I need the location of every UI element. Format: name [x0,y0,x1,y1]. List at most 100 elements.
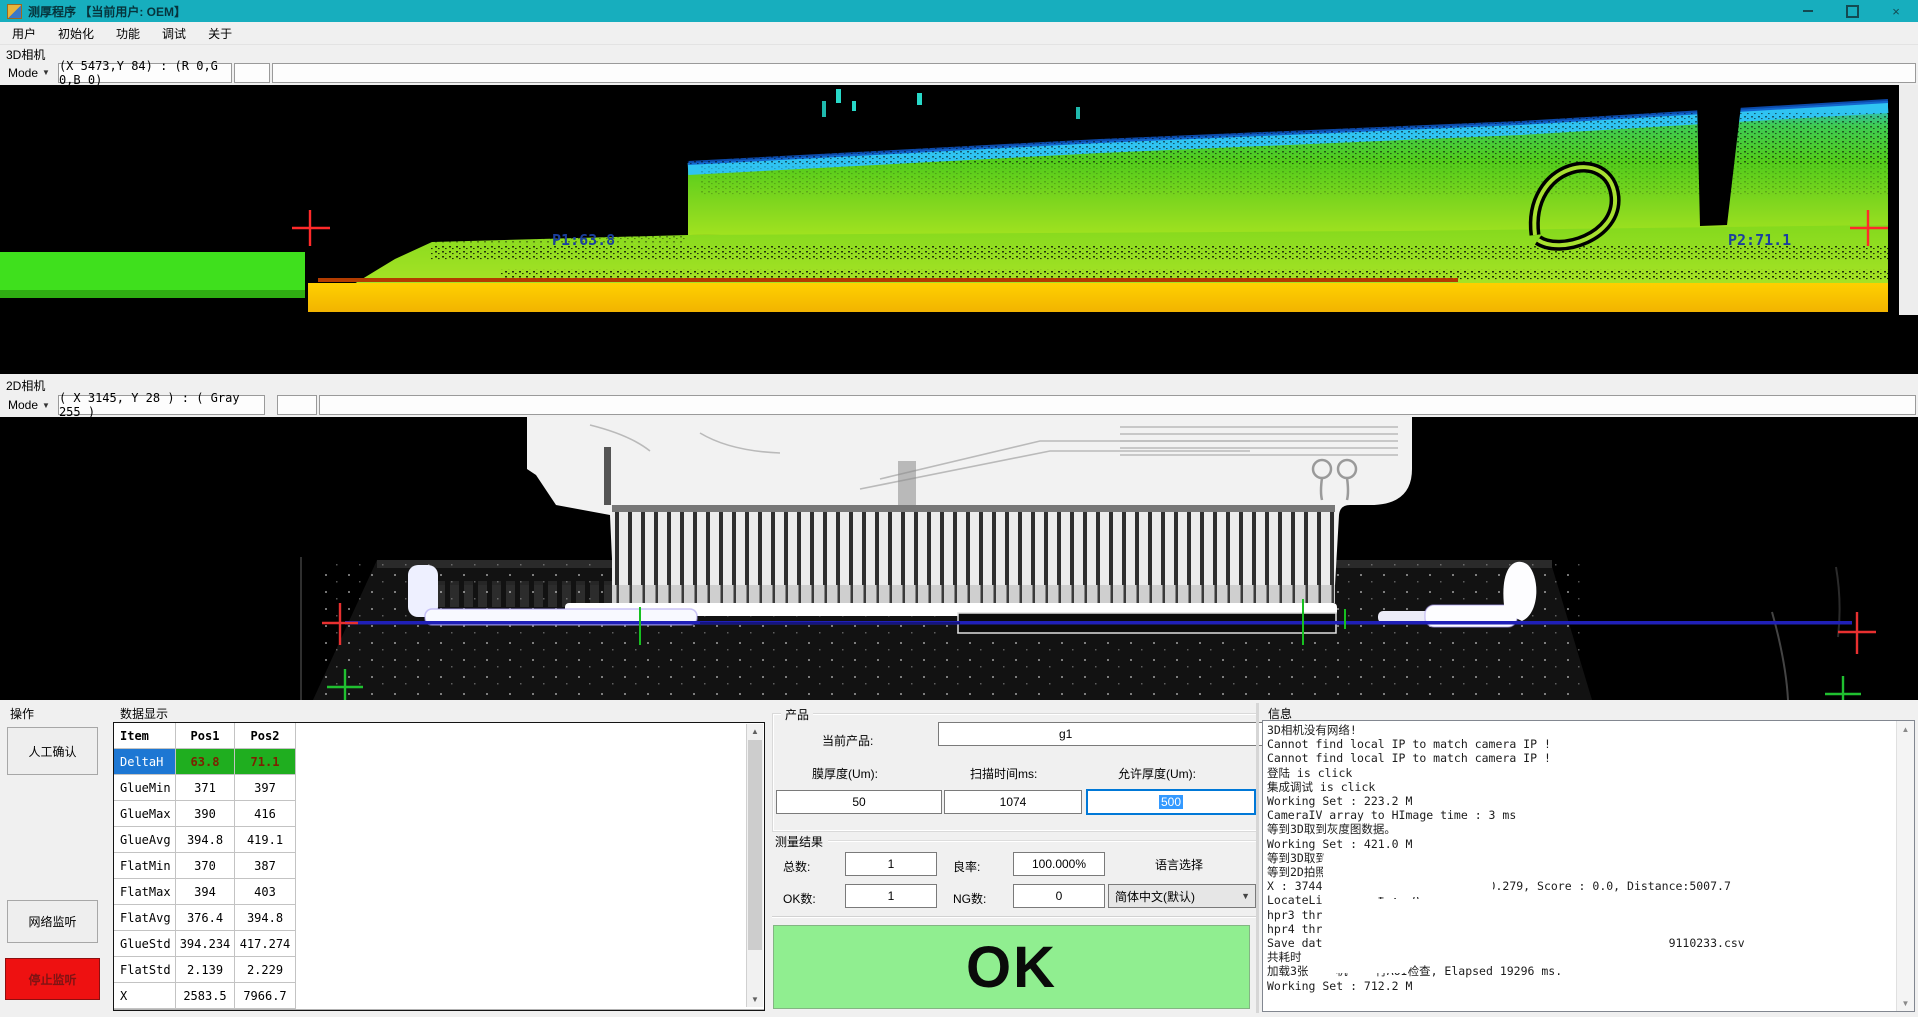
scan-time-input[interactable]: 1074 [944,790,1082,814]
camera3d-mode-button[interactable]: Mode ▼ [2,64,56,82]
chevron-down-icon: ▼ [42,401,50,410]
film-thickness-label: 膜厚度(Um): [812,765,878,782]
minimize-button[interactable] [1786,0,1830,22]
heightmap-3d-render: P1:63.8 P2:71.1 [0,85,1918,374]
table-cell: 7966.7 [235,983,296,1009]
data-table[interactable]: Item Pos1 Pos2 DeltaH63.871.1GlueMin3713… [113,722,765,1011]
table-cell: DeltaH [114,749,176,775]
menu-item-功能[interactable]: 功能 [106,22,150,45]
close-icon: × [1892,4,1900,19]
heightmap-3d-image[interactable]: P1:63.8 P2:71.1 [0,85,1918,374]
table-row[interactable]: FlatMax394403 [114,879,764,905]
table-row[interactable]: X2583.57966.7 [114,983,764,1009]
table-row[interactable]: DeltaH63.871.1 [114,749,764,775]
table-cell: 394 [176,879,235,905]
table-cell: GlueStd [114,931,176,957]
menu-item-关于[interactable]: 关于 [198,22,242,45]
scroll-up-icon[interactable]: ▲ [747,724,763,739]
measurement-line [345,621,1852,625]
language-dropdown[interactable]: 简体中文(默认) ▼ [1108,884,1256,908]
table-row[interactable]: FlatMin370387 [114,853,764,879]
table-cell: FlatMax [114,879,176,905]
scroll-down-icon[interactable]: ▼ [1897,995,1914,1011]
language-select-label: 语言选择 [1155,856,1203,873]
camera2d-toolbar-box [319,395,1916,415]
panel-splitter[interactable] [1256,703,1259,1013]
log-line: 登陆 is click [1267,766,1894,780]
language-value: 简体中文(默认) [1115,888,1195,905]
camera3d-toolbar-box [272,63,1916,83]
info-scrollbar[interactable]: ▲ ▼ [1896,721,1914,1011]
chevron-down-icon: ▼ [1241,891,1250,901]
table-cell: 370 [176,853,235,879]
camera2d-section-label: 2D相机 [6,377,45,394]
menu-bar: 用户初始化功能调试关于 [0,22,1918,45]
product-section-label: 产品 [781,706,813,723]
table-row[interactable]: GlueAvg394.8419.1 [114,827,764,853]
allowed-thickness-input[interactable]: 500 [1086,789,1256,815]
application-window: 测厚程序 【当前用户: OEM】 × 用户初始化功能调试关于 3D相机 Mode… [0,0,1918,1017]
table-cell: FlatStd [114,957,176,983]
manual-confirm-button[interactable]: 人工确认 [7,727,98,775]
log-line: Working Set : 712.2 M [1267,979,1894,993]
app-icon [7,4,22,19]
log-line: hpr4 thr [1267,922,1894,936]
table-row[interactable]: FlatAvg376.4394.8 [114,905,764,931]
camera2d-mode-button[interactable]: Mode ▼ [2,396,56,414]
table-row[interactable]: FlatStd2.1392.229 [114,957,764,983]
table-cell: 394.8 [235,905,296,931]
ok-count-label: OK数: [783,890,816,907]
scrollbar-thumb[interactable] [748,740,762,950]
camera3d-coordinate-readout: (X 5473,Y 84) : (R 0,G 0,B 0) [58,63,232,83]
log-line: 3D相机没有网络! [1267,723,1894,737]
menu-item-用户[interactable]: 用户 [2,22,46,45]
log-line: CameraIV array to HImage time : 3 ms [1267,808,1894,822]
results-section-label: 测量结果 [775,833,823,850]
connector-comb [612,505,1335,512]
maximize-button[interactable] [1830,0,1874,22]
status-result-box: OK [773,925,1250,1009]
log-line: Cannot find local IP to match camera IP … [1267,751,1894,765]
column-header: Pos1 [176,723,235,749]
table-scrollbar[interactable]: ▲ ▼ [746,724,763,1007]
minimize-icon [1803,10,1813,12]
table-row[interactable]: GlueMax390416 [114,801,764,827]
scroll-down-icon[interactable]: ▼ [747,992,763,1007]
redaction-blob [1321,957,1411,973]
data-table-body: DeltaH63.871.1GlueMin371397GlueMax390416… [114,749,764,1009]
p1-measurement-label: P1:63.8 [552,231,615,249]
current-product-label: 当前产品: [822,732,873,749]
table-cell: X [114,983,176,1009]
menu-item-调试[interactable]: 调试 [152,22,196,45]
yield-field: 100.000% [1013,852,1105,876]
title-bar: 测厚程序 【当前用户: OEM】 × [0,0,1918,22]
table-cell: 419.1 [235,827,296,853]
table-cell: 394.234 [176,931,235,957]
table-row[interactable]: GlueMin371397 [114,775,764,801]
network-listen-button[interactable]: 网络监听 [7,900,98,943]
log-line: 等到3D取到灰度图数据。 [1267,822,1894,836]
film-thickness-input[interactable]: 50 [776,790,942,814]
info-log-box[interactable]: 3D相机没有网络!Cannot find local IP to match c… [1262,720,1915,1012]
table-cell: 2.229 [235,957,296,983]
operation-section-label: 操作 [10,705,34,722]
mode-label: Mode [8,398,38,412]
camera-2d-image[interactable] [0,417,1918,700]
table-cell: FlatMin [114,853,176,879]
allowed-thickness-label: 允许厚度(Um): [1118,765,1196,782]
total-count-field: 1 [845,852,937,876]
table-cell: 387 [235,853,296,879]
log-line: Cannot find local IP to match camera IP … [1267,737,1894,751]
menu-item-初始化[interactable]: 初始化 [48,22,104,45]
column-header: Item [114,723,176,749]
scan-time-label: 扫描时间ms: [970,765,1037,782]
ng-count-field: 0 [1013,884,1105,908]
table-cell: GlueMin [114,775,176,801]
scroll-up-icon[interactable]: ▲ [1897,721,1914,737]
table-row[interactable]: GlueStd394.234417.274 [114,931,764,957]
redaction-blob [1323,849,1493,897]
window-title: 测厚程序 【当前用户: OEM】 [28,3,186,20]
close-button[interactable]: × [1874,0,1918,22]
maximize-icon [1846,5,1859,18]
stop-listen-button[interactable]: 停止监听 [5,958,100,1000]
